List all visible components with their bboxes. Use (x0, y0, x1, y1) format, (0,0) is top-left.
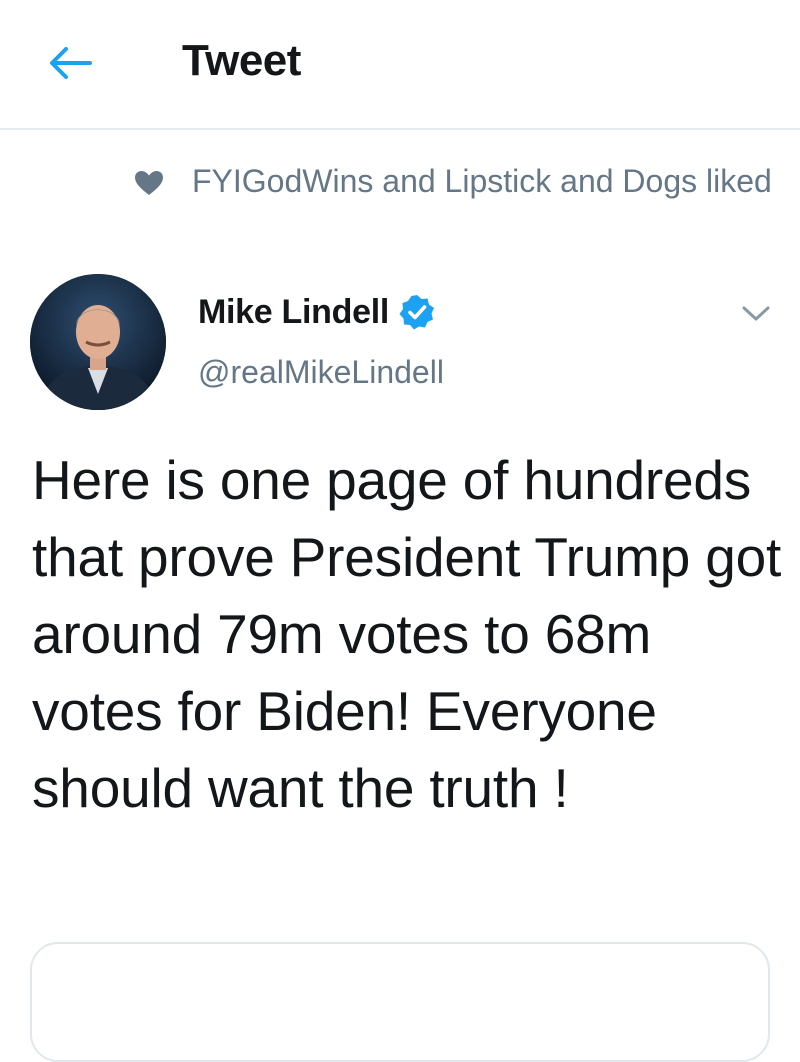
page-title: Tweet (182, 36, 301, 85)
media-card[interactable] (30, 942, 770, 1062)
social-context-text: FYIGodWins and Lipstick and Dogs liked (192, 163, 772, 199)
tweet-menu-button[interactable] (736, 296, 776, 332)
author-handle[interactable]: @realMikeLindell (198, 354, 444, 391)
top-bar: Tweet (0, 0, 800, 130)
author-name-row[interactable]: Mike Lindell (198, 290, 435, 334)
back-button[interactable] (40, 38, 100, 88)
chevron-down-icon (742, 306, 770, 321)
arrow-left-icon (50, 47, 92, 79)
tweet-body: Here is one page of hundreds that prove … (32, 449, 782, 819)
heart-icon (135, 171, 163, 195)
verified-badge-icon (399, 295, 434, 330)
author-display-name[interactable]: Mike Lindell (198, 293, 389, 332)
avatar-photo (30, 274, 166, 410)
author-avatar[interactable] (30, 274, 166, 410)
